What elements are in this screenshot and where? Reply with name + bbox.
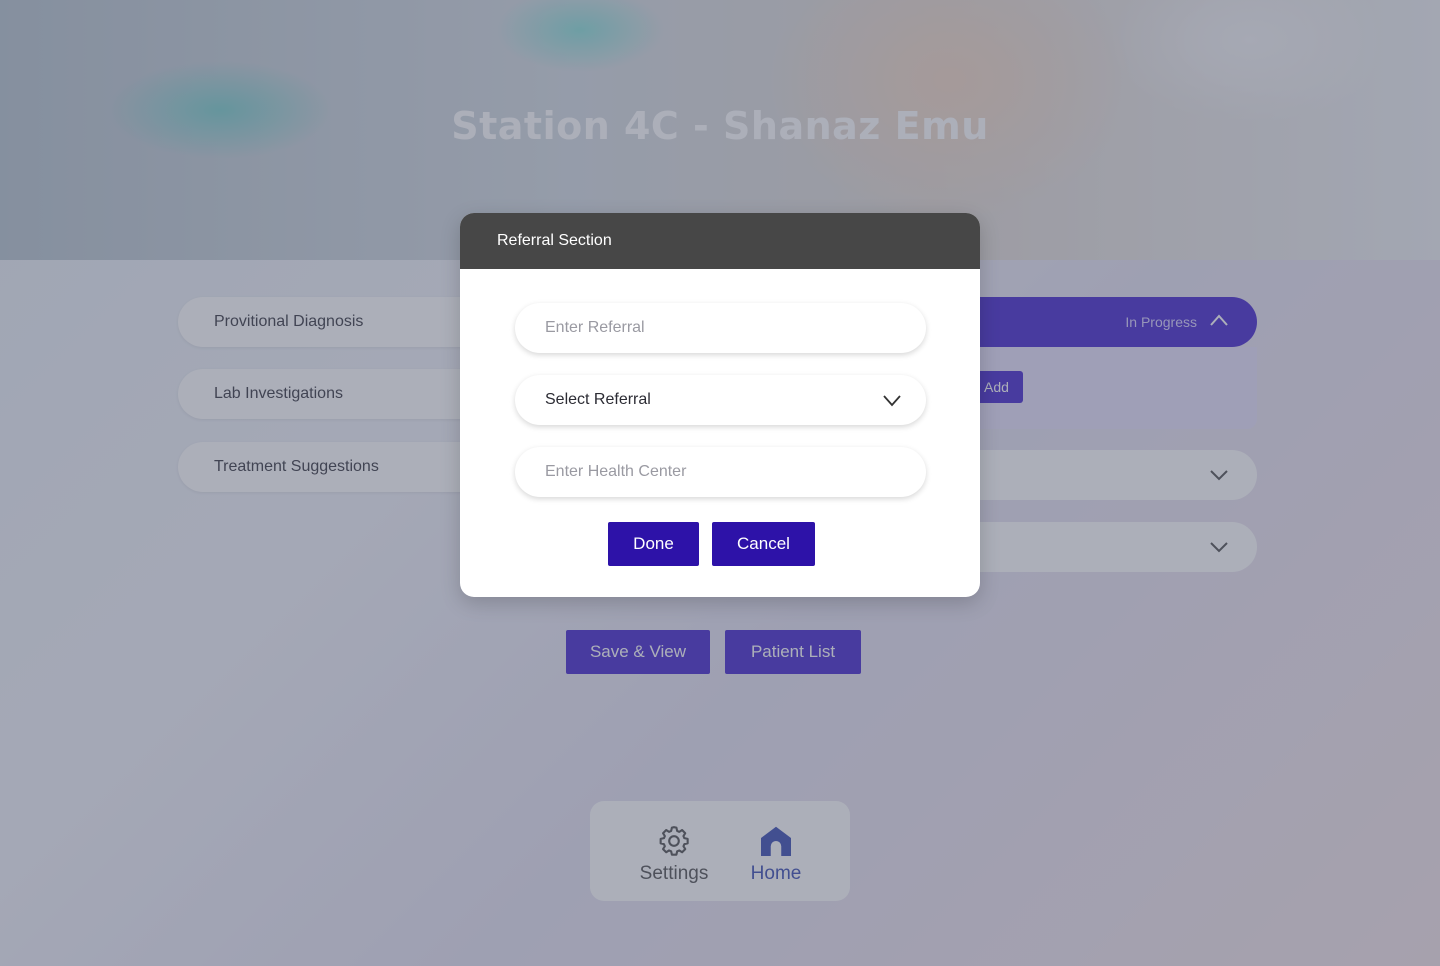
chevron-down-icon <box>883 395 901 407</box>
cancel-button[interactable]: Cancel <box>712 522 815 566</box>
referral-select[interactable]: Select Referral <box>515 375 926 425</box>
health-center-input[interactable] <box>515 447 926 497</box>
referral-select-value: Select Referral <box>545 391 651 408</box>
referral-modal: Referral Section Select Referral Done Ca… <box>460 213 980 597</box>
modal-title: Referral Section <box>460 213 980 269</box>
referral-input[interactable] <box>515 303 926 353</box>
done-button[interactable]: Done <box>608 522 699 566</box>
